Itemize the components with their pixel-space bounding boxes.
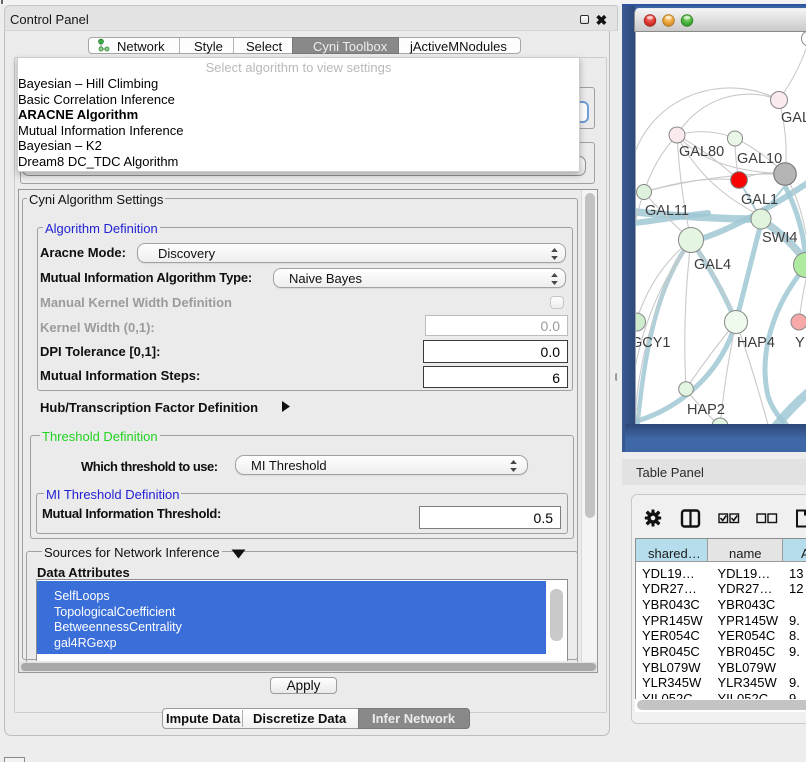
svg-text:SWI4: SWI4 <box>762 230 797 246</box>
svg-text:HAP4: HAP4 <box>737 335 775 351</box>
svg-text:GAL11: GAL11 <box>645 203 689 219</box>
svg-text:Y: Y <box>795 335 805 351</box>
svg-text:GAL10: GAL10 <box>737 151 782 167</box>
svg-text:GCY1: GCY1 <box>636 335 671 351</box>
svg-text:GAL4: GAL4 <box>694 257 731 273</box>
svg-text:GAL: GAL <box>781 110 806 126</box>
svg-text:GAL80: GAL80 <box>679 144 724 160</box>
svg-text:HAP2: HAP2 <box>687 402 725 418</box>
svg-text:GAL1: GAL1 <box>741 192 778 208</box>
